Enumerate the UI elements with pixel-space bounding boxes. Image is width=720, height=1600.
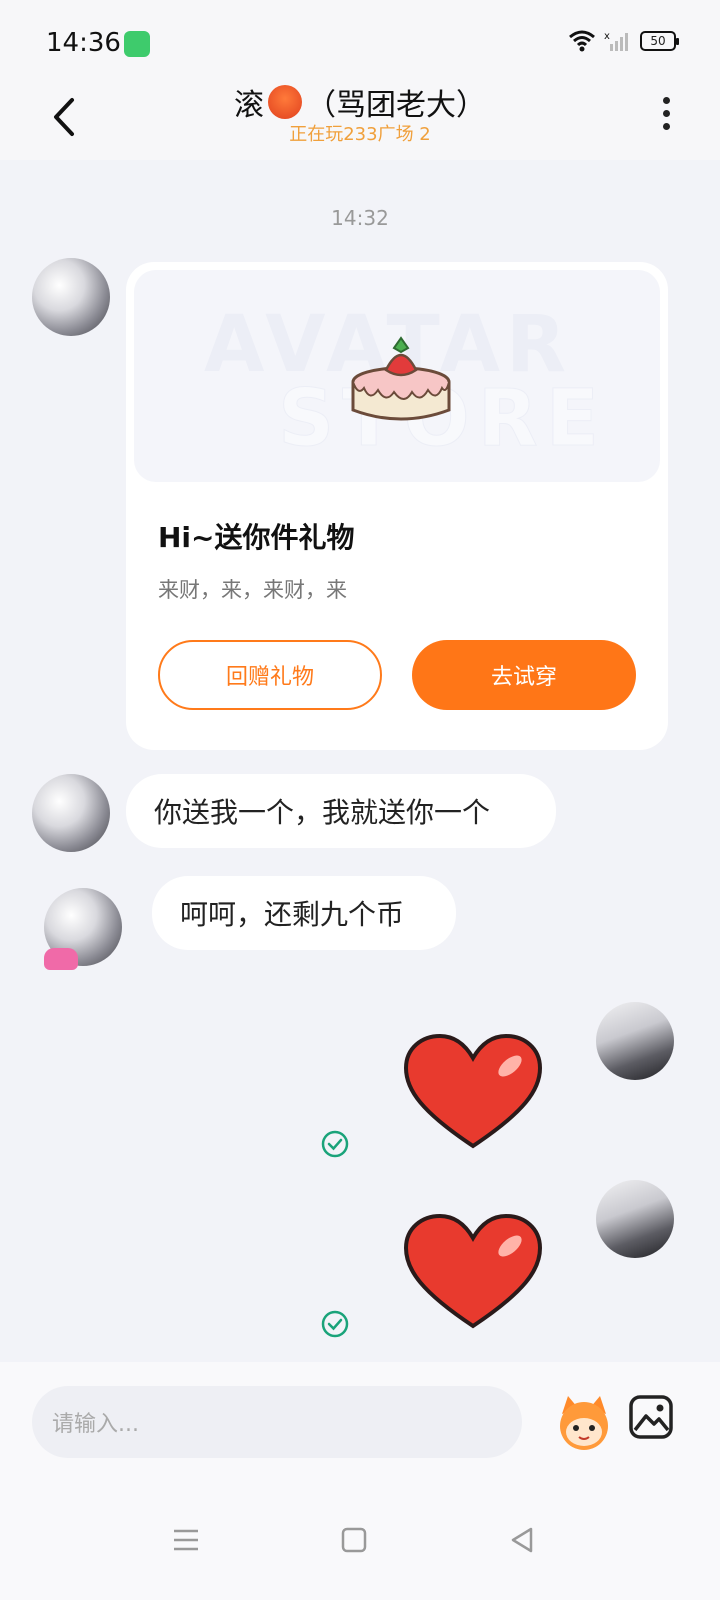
mascot-icon[interactable] <box>554 1392 614 1452</box>
input-bar: 请输入... <box>0 1362 720 1480</box>
back-triangle-icon[interactable] <box>506 1524 538 1556</box>
gift-card: AVATAR STORE Hi~送你件礼物 来财，来，来财，来 回赠礼物 去试穿 <box>126 262 668 750</box>
message-bubble[interactable]: 呵呵，还剩九个币 <box>152 876 456 950</box>
return-gift-button[interactable]: 回赠礼物 <box>158 640 382 710</box>
svg-text:x: x <box>604 31 610 42</box>
gift-title: Hi~送你件礼物 <box>158 521 355 554</box>
app-notification-icon <box>124 31 150 57</box>
image-icon[interactable] <box>628 1394 674 1440</box>
gift-banner: AVATAR STORE <box>134 270 660 482</box>
signal-icon: x <box>604 31 628 51</box>
avatar-frame-decoration <box>44 948 78 970</box>
menu-icon[interactable] <box>170 1524 202 1556</box>
avatar[interactable] <box>32 258 110 336</box>
heart-sticker-icon[interactable] <box>402 1212 544 1332</box>
emoji-icon <box>268 85 302 119</box>
my-avatar[interactable] <box>596 1002 674 1080</box>
system-nav-bar <box>0 1480 720 1600</box>
status-bar: 14:36 x 50 <box>0 0 720 80</box>
gift-description: 来财，来，来财，来 <box>158 578 347 602</box>
message-bubble[interactable]: 你送我一个，我就送你一个 <box>126 774 556 848</box>
chat-header: 滚 （骂团老大） 正在玩233广场 2 <box>0 80 720 160</box>
battery-icon: 50 <box>640 31 679 51</box>
status-time: 14:36 <box>46 28 121 58</box>
my-avatar[interactable] <box>596 1180 674 1258</box>
chat-timestamp: 14:32 <box>331 206 389 230</box>
status-indicators: x 50 <box>568 30 679 52</box>
wifi-icon <box>569 30 595 52</box>
message-input[interactable]: 请输入... <box>32 1386 522 1458</box>
page-title: 滚 （骂团老大） <box>0 80 720 124</box>
home-icon[interactable] <box>338 1524 370 1556</box>
cake-icon <box>351 336 451 421</box>
heart-sticker-icon[interactable] <box>402 1032 544 1152</box>
title-suffix: （骂团老大） <box>306 88 486 123</box>
try-on-button[interactable]: 去试穿 <box>412 640 636 710</box>
status-subtitle: 正在玩233广场 2 <box>289 124 431 145</box>
check-icon <box>321 1130 349 1158</box>
title-name: 滚 <box>234 88 264 123</box>
avatar[interactable] <box>32 774 110 852</box>
check-icon <box>321 1310 349 1338</box>
more-dots-icon[interactable] <box>656 94 676 134</box>
